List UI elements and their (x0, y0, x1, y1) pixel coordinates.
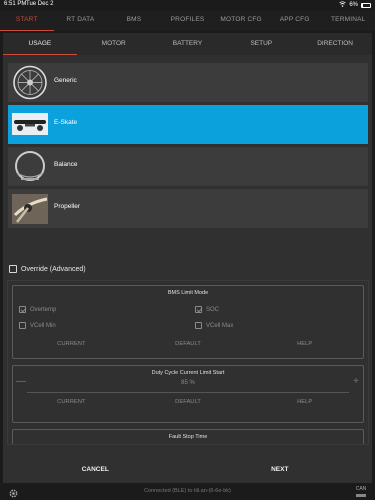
fault-stop-time-group: Fault Stop Time (12, 429, 364, 444)
vcell-max-label: VCell Max (206, 322, 234, 329)
duty-cycle-group: Duty Cycle Current Limit Start — 85 % + … (12, 365, 364, 423)
bms-limit-mode-group: BMS Limit Mode Overtemp SOC VCell Min VC… (12, 285, 364, 359)
bms-default-button[interactable]: DEFAULT (130, 336, 247, 352)
can-label: CAN (355, 486, 367, 492)
soc-check-box[interactable] (195, 306, 202, 313)
slider-track[interactable] (27, 392, 349, 393)
bms-current-button[interactable]: CURRENT (13, 336, 130, 352)
usage-item-label: Balance (54, 161, 78, 168)
overtemp-checkbox[interactable]: Overtemp (19, 306, 56, 313)
wifi-icon (339, 1, 347, 9)
increase-button[interactable]: + (353, 376, 359, 387)
duty-default-button[interactable]: DEFAULT (130, 394, 247, 410)
tab-app-cfg[interactable]: APP CFG (268, 11, 322, 31)
bms-button-row: CURRENT DEFAULT HELP (13, 336, 363, 352)
wizard-footer: CANCEL NEXT (3, 462, 372, 478)
vcell-max-check-box[interactable] (195, 322, 202, 329)
status-time: 6:51 PM (4, 1, 27, 7)
bms-help-button[interactable]: HELP (246, 336, 363, 352)
wizard-tab-bar: USAGE MOTOR BATTERY SETUP DIRECTION (3, 33, 372, 55)
setup-wizard-dialog: USAGE MOTOR BATTERY SETUP DIRECTION Gene… (3, 33, 372, 483)
soc-label: SOC (206, 306, 220, 313)
override-advanced-checkbox[interactable]: Override (Advanced) (9, 265, 86, 273)
wizard-tab-usage[interactable]: USAGE (3, 33, 77, 55)
usage-item-label: E-Skate (54, 119, 78, 126)
duty-current-button[interactable]: CURRENT (13, 394, 130, 410)
vcell-min-check-box[interactable] (19, 322, 26, 329)
usage-item-label: Propeller (54, 203, 81, 210)
cancel-button[interactable]: CANCEL (3, 462, 188, 478)
can-icon[interactable]: CAN (355, 486, 367, 497)
status-right: 6% (339, 1, 371, 9)
duty-button-row: CURRENT DEFAULT HELP (13, 394, 363, 410)
overtemp-label: Overtemp (30, 306, 57, 313)
propeller-icon (11, 191, 49, 226)
wizard-tab-setup[interactable]: SETUP (224, 33, 298, 55)
status-bar: 6:51 PM Tue Dec 2 6% (0, 0, 375, 10)
tab-rt-data[interactable]: RT DATA (54, 11, 108, 31)
soc-checkbox[interactable]: SOC (195, 306, 219, 313)
duty-cycle-value: 85 % (181, 380, 195, 386)
tab-terminal[interactable]: TERMINAL (321, 11, 375, 31)
usage-item-label: Generic (54, 77, 77, 84)
next-button[interactable]: NEXT (188, 462, 373, 478)
usage-item-balance[interactable]: Balance (8, 147, 368, 186)
override-label: Override (Advanced) (21, 265, 86, 273)
wizard-tab-battery[interactable]: BATTERY (151, 33, 225, 55)
tab-motor-cfg[interactable]: MOTOR CFG (214, 11, 268, 31)
tab-start[interactable]: START (0, 11, 54, 31)
usage-item-generic[interactable]: Generic (8, 63, 368, 102)
balance-wheel-icon (11, 149, 49, 184)
vcell-min-checkbox[interactable]: VCell Min (19, 322, 56, 329)
generic-wheel-icon (11, 65, 49, 100)
advanced-settings-scroll[interactable]: BMS Limit Mode Overtemp SOC VCell Min VC… (7, 280, 369, 445)
vcell-min-label: VCell Min (30, 322, 56, 329)
usage-item-propeller[interactable]: Propeller (8, 189, 368, 228)
duty-cycle-slider[interactable]: — 85 % + (13, 376, 363, 394)
eskate-board-icon (11, 107, 49, 142)
tab-profiles[interactable]: PROFILES (161, 11, 215, 31)
usage-list: Generic E-Skate Balance Propeller (8, 63, 368, 231)
battery-icon (361, 2, 371, 8)
top-tab-bar: START RT DATA BMS PROFILES MOTOR CFG APP… (0, 11, 375, 31)
vcell-max-checkbox[interactable]: VCell Max (195, 322, 233, 329)
battery-percent: 6% (349, 2, 358, 8)
connection-status: Connected (BLE) to tiil.an-(6-6e-bk) (144, 488, 231, 494)
fault-stop-time-title: Fault Stop Time (168, 434, 208, 440)
overtemp-check-box[interactable] (19, 306, 26, 313)
bottom-status-bar: Connected (BLE) to tiil.an-(6-6e-bk) CAN (0, 484, 375, 500)
usage-item-eskate[interactable]: E-Skate (8, 105, 368, 144)
status-date: Tue Dec 2 (26, 1, 54, 7)
duty-help-button[interactable]: HELP (246, 394, 363, 410)
wizard-tab-direction[interactable]: DIRECTION (298, 33, 372, 55)
bms-limit-checks: Overtemp SOC VCell Min VCell Max (13, 296, 363, 336)
tab-bms[interactable]: BMS (107, 11, 161, 31)
wizard-tab-motor[interactable]: MOTOR (77, 33, 151, 55)
override-checkbox-box[interactable] (9, 265, 17, 273)
